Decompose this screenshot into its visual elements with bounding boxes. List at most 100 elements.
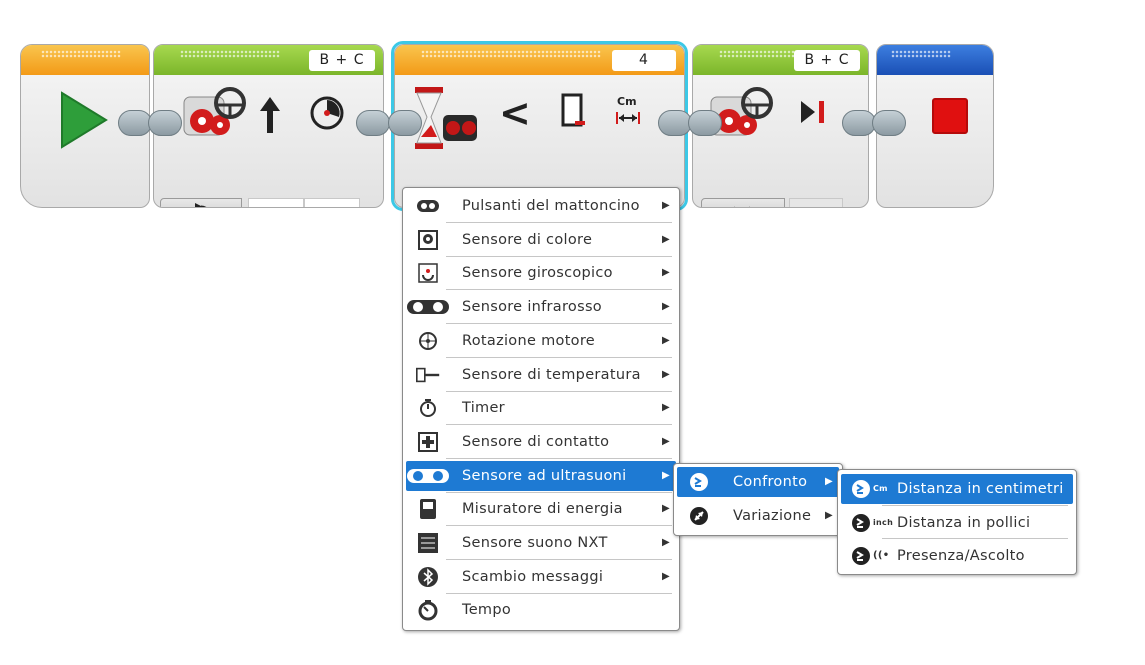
steering-arrow-up-icon [260, 97, 280, 133]
end-block-header [877, 45, 993, 75]
menu-item-time[interactable]: Tempo [406, 595, 676, 625]
move-block-header: B + C [154, 45, 383, 75]
motor2-off-mode-button[interactable] [701, 198, 785, 207]
menu-item-label: Tempo [462, 602, 512, 619]
menu-item-touch-sensor[interactable]: Sensore di contatto ▶ [406, 427, 676, 459]
submenu-item-label: Confronto [733, 474, 808, 490]
move-block2-header: B + C [693, 45, 868, 75]
chevron-right-icon: ▶ [662, 233, 670, 245]
ultrasonic-inch-icon [849, 512, 873, 534]
menu-separator [446, 491, 672, 493]
menu-item-label: Sensore di contatto [462, 433, 610, 450]
unit-item-label: Presenza/Ascolto [897, 548, 1025, 564]
sequence-connector [658, 110, 692, 136]
chevron-right-icon: ▶ [662, 402, 670, 414]
play-icon [61, 91, 108, 149]
menu-item-bluetooth[interactable]: Scambio messaggi ▶ [406, 562, 676, 594]
distance-unit-label: Cm [617, 95, 637, 108]
chevron-right-icon: ▶ [662, 537, 670, 548]
chevron-right-icon: ▶ [662, 570, 670, 582]
unit-item-label: Distanza in pollici [897, 515, 1031, 531]
menu-item-motor-rotation[interactable]: Rotazione motore ▶ [406, 326, 676, 358]
brick-buttons-icon [416, 195, 440, 217]
menu-separator [446, 222, 672, 223]
submenu-item-compare[interactable]: Confronto ▶ [677, 467, 839, 497]
motor2-ports-label[interactable]: B + C [794, 50, 860, 71]
wait-ultrasonic-block[interactable]: 4 < Cm Cm 4 50 [394, 44, 685, 208]
compare-symbol: < [499, 91, 531, 135]
menu-separator [446, 525, 672, 527]
temperature-sensor-icon [416, 364, 440, 386]
menu-item-brick-buttons[interactable]: Pulsanti del mattoncino ▶ [406, 191, 676, 223]
menu-separator [446, 457, 672, 459]
power-gauge-icon [310, 96, 344, 130]
change-arrows-icon [687, 505, 711, 527]
menu-separator [446, 424, 672, 426]
menu-item-label: Sensore ad ultrasuoni [462, 467, 627, 484]
unit-item-centimeters[interactable]: Cm Distanza in centimetri [841, 474, 1073, 504]
wait-block-header: 4 [395, 45, 684, 75]
menu-item-timer[interactable]: Timer ▶ [406, 393, 676, 426]
time-icon [416, 599, 440, 621]
distance-arrows-icon [616, 112, 640, 124]
menu-separator [446, 356, 672, 358]
brake-toggle-field[interactable] [789, 198, 843, 208]
menu-item-label: Rotazione motore [462, 332, 596, 349]
menu-item-infrared-sensor[interactable]: Sensore infrarosso ▶ [406, 292, 676, 325]
sensor-mode-menu: Pulsanti del mattoncino ▶ Sensore di color… [402, 187, 680, 631]
chevron-right-icon: ▶ [662, 301, 670, 313]
gyro-sensor-icon [416, 262, 440, 284]
menu-separator [446, 323, 672, 325]
menu-item-label: Sensore infrarosso [462, 299, 602, 316]
menu-item-label: Sensore di colore [462, 231, 593, 248]
chevron-right-icon: ▶ [662, 267, 670, 279]
chevron-right-icon: ▶ [825, 476, 833, 487]
check-icon [806, 206, 826, 208]
stop-brake-icon [801, 101, 824, 123]
unit-tag: Cm [873, 484, 888, 493]
menu-item-nxt-sound-sensor[interactable]: Sensore suono NXT ▶ [406, 528, 676, 560]
menu-item-ultrasonic-sensor[interactable]: Sensore ad ultrasuoni ▶ [406, 460, 676, 493]
sequence-connector [148, 110, 182, 136]
unit-item-label: Distanza in centimetri [897, 481, 1064, 497]
menu-item-temperature-sensor[interactable]: Sensore di temperatura ▶ [406, 360, 676, 392]
ultrasonic-presence-icon [849, 545, 873, 567]
submenu-item-change[interactable]: Variazione ▶ [677, 501, 839, 531]
chevron-right-icon: ▶ [662, 469, 670, 481]
threshold-icon [561, 93, 585, 127]
bluetooth-icon [416, 566, 440, 588]
ultrasonic-cm-icon [849, 478, 873, 500]
menu-item-gyro-sensor[interactable]: Sensore giroscopico ▶ [406, 258, 676, 291]
unit-tag: ((• [873, 550, 890, 561]
touch-sensor-icon [416, 431, 440, 453]
menu-separator [446, 592, 672, 594]
start-block-header [21, 45, 149, 75]
menu-item-color-sensor[interactable]: Sensore di colore ▶ [406, 225, 676, 257]
submenu-item-label: Variazione [733, 508, 812, 524]
motor-mode-button[interactable] [160, 198, 242, 207]
motor-ports-label[interactable]: B + C [309, 50, 375, 71]
program-canvas: B + C 0 50 4 [0, 0, 1145, 665]
menu-item-label: Scambio messaggi [462, 568, 604, 585]
chevron-right-icon: ▶ [662, 334, 670, 346]
sequence-connector [356, 110, 390, 136]
chevron-right-icon: ▶ [825, 510, 833, 521]
power-value-field[interactable]: 50 [304, 198, 360, 207]
menu-separator [882, 505, 1068, 506]
unit-item-presence[interactable]: ((• Presenza/Ascolto [841, 541, 1073, 571]
ultrasonic-compare-icon [687, 471, 711, 493]
menu-separator [446, 289, 672, 291]
unit-item-inches[interactable]: inch Distanza in pollici [841, 508, 1073, 538]
energy-meter-icon [416, 498, 440, 520]
menu-separator [446, 559, 672, 560]
infrared-sensor-icon [406, 296, 450, 318]
steering-value-field[interactable]: 0 [248, 198, 304, 207]
timer-icon [416, 397, 440, 419]
move-steering-block[interactable]: B + C 0 50 [153, 44, 384, 208]
sensor-port-label[interactable]: 4 [612, 50, 676, 71]
menu-separator [446, 255, 672, 257]
menu-item-label: Timer [462, 400, 505, 417]
menu-item-label: Sensore giroscopico [462, 265, 613, 282]
chevron-right-icon: ▶ [662, 503, 670, 515]
menu-item-energy-meter[interactable]: Misuratore di energia ▶ [406, 494, 676, 527]
